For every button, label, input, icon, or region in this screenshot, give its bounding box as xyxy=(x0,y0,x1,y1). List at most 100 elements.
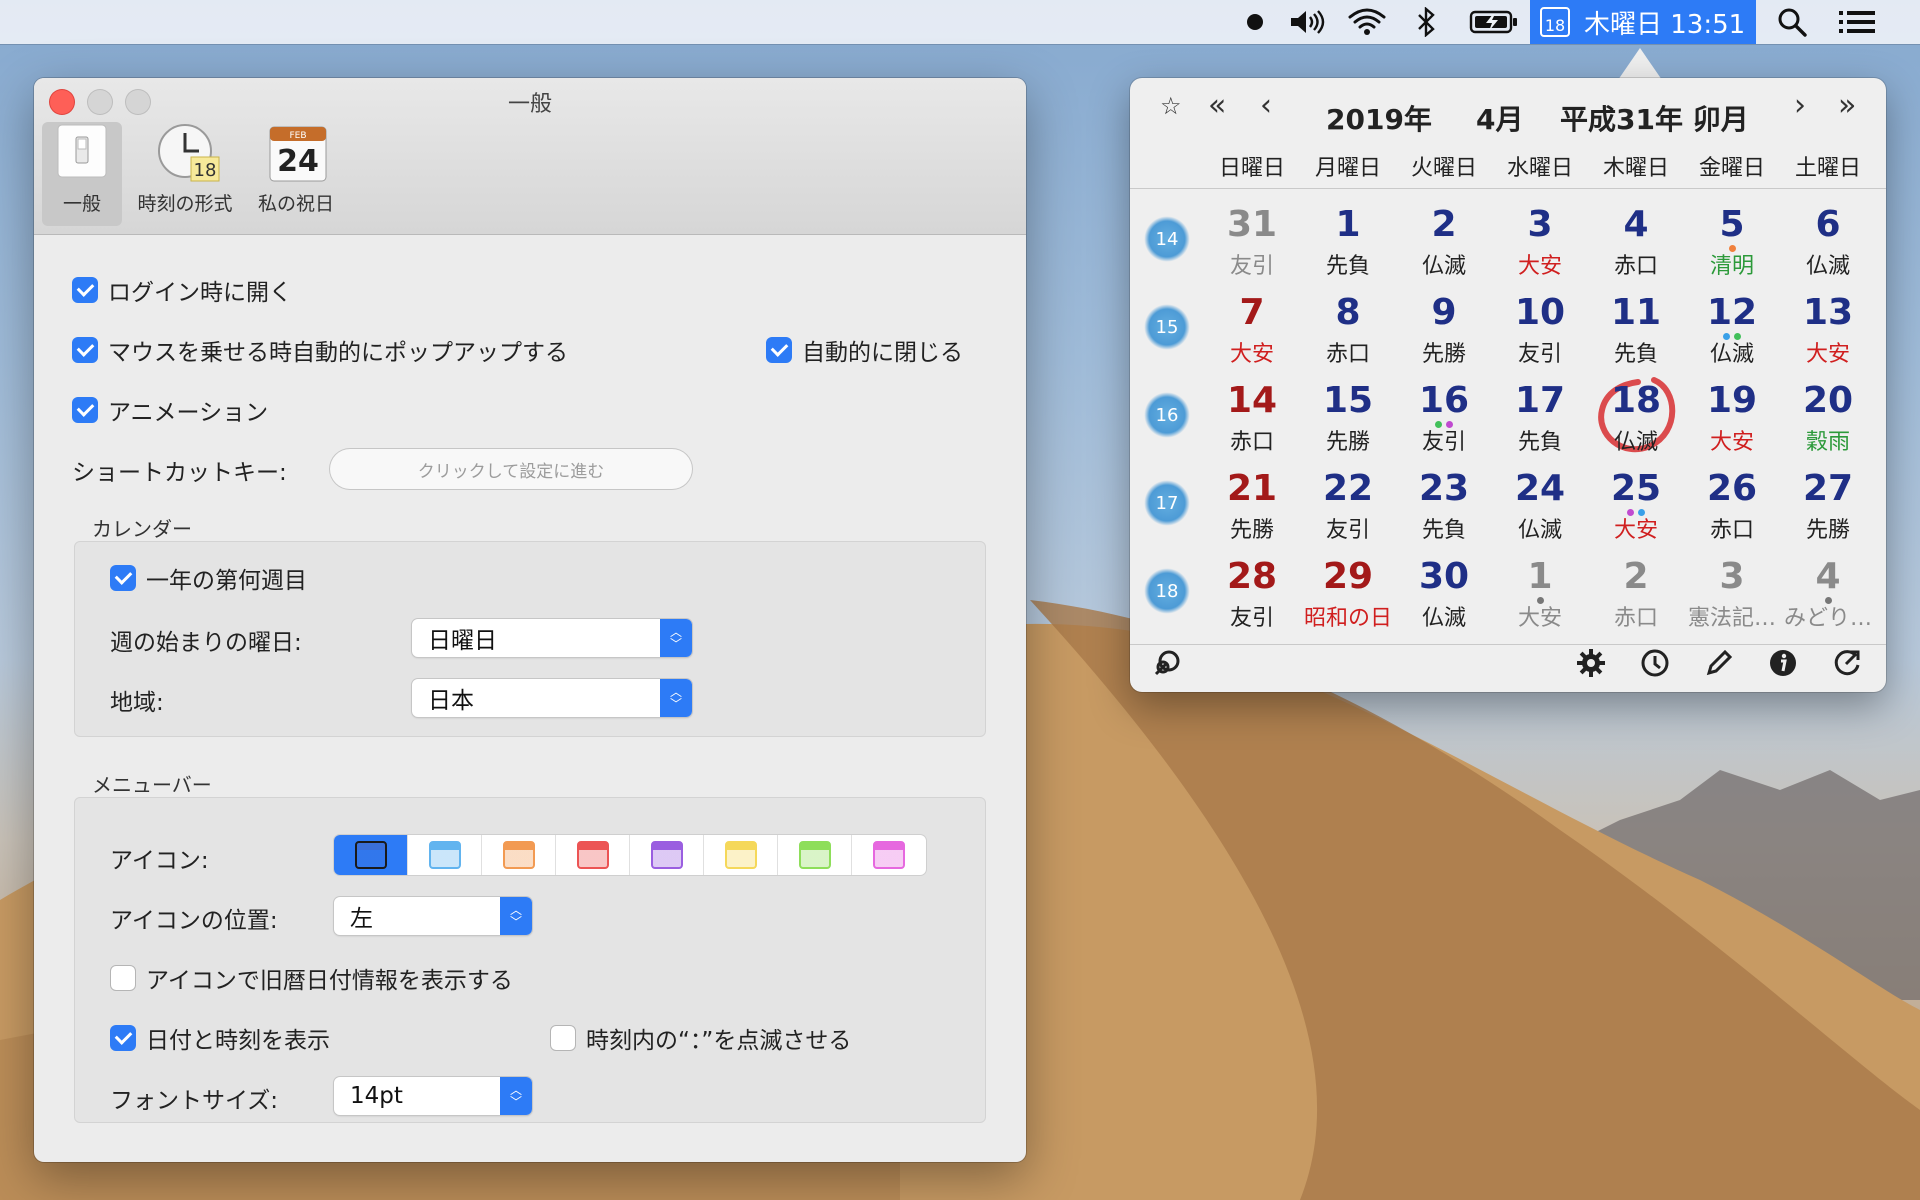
link-icon[interactable] xyxy=(1152,648,1182,685)
next-year-button[interactable]: » xyxy=(1838,88,1856,123)
calendar-day[interactable]: 29 xyxy=(1300,556,1396,597)
icon-color-option[interactable] xyxy=(556,835,630,875)
pencil-icon[interactable] xyxy=(1704,648,1734,685)
icon-position-select[interactable]: 左 ︿ ﹀ xyxy=(334,897,532,935)
checkbox-box[interactable] xyxy=(766,337,792,363)
wifi-icon[interactable] xyxy=(1344,0,1390,44)
icon-color-option[interactable] xyxy=(482,835,556,875)
calendar-day[interactable]: 26 xyxy=(1684,468,1780,509)
next-month-button[interactable]: › xyxy=(1794,88,1806,123)
popover-arrow xyxy=(1618,48,1662,80)
calendar-day[interactable]: 19 xyxy=(1684,380,1780,421)
calendar-page-icon: FEB 24 xyxy=(268,123,327,182)
checkbox-box[interactable] xyxy=(110,565,136,591)
calendar-day[interactable]: 15 xyxy=(1300,380,1396,421)
event-dot xyxy=(1435,421,1442,428)
week-start-select[interactable]: 日曜日 ︿ ﹀ xyxy=(412,619,692,657)
calendar-day[interactable]: 18 xyxy=(1588,380,1684,421)
calendar-day[interactable]: 10 xyxy=(1492,292,1588,333)
open-at-login-checkbox[interactable]: ログイン時に開く xyxy=(72,273,292,307)
checkbox-box[interactable] xyxy=(72,397,98,423)
icon-color-option[interactable] xyxy=(852,835,926,875)
tab-label: 一般 xyxy=(62,193,101,215)
calendar-day[interactable]: 5 xyxy=(1684,204,1780,245)
tab-time-format[interactable]: 18 時刻の形式 xyxy=(130,122,240,226)
calendar-day[interactable]: 4 xyxy=(1588,204,1684,245)
region-select[interactable]: 日本 ︿ ﹀ xyxy=(412,679,692,717)
checkbox-box[interactable] xyxy=(110,1025,136,1051)
rokuyo-label: 友引 xyxy=(1229,254,1274,279)
calendar-day[interactable]: 14 xyxy=(1204,380,1300,421)
volume-icon[interactable] xyxy=(1284,0,1330,44)
checkbox-box[interactable] xyxy=(72,337,98,363)
blink-colon-checkbox[interactable]: 時刻内の“：”を点滅させる xyxy=(550,1021,851,1055)
calendar-era: 平成31年 卯月 xyxy=(1560,103,1749,136)
calendar-day[interactable]: 11 xyxy=(1588,292,1684,333)
icon-color-picker[interactable] xyxy=(334,835,926,875)
battery-icon[interactable] xyxy=(1466,0,1522,44)
calendar-day[interactable]: 30 xyxy=(1396,556,1492,597)
icon-color-option[interactable] xyxy=(630,835,704,875)
calendar-day[interactable]: 1 xyxy=(1492,556,1588,597)
animation-checkbox[interactable]: アニメーション xyxy=(72,393,268,427)
rokuyo-label: 赤口 xyxy=(1325,342,1370,367)
icon-color-option[interactable] xyxy=(408,835,482,875)
record-dot-icon[interactable] xyxy=(1240,0,1270,44)
calendar-day[interactable]: 3 xyxy=(1684,556,1780,597)
auto-close-checkbox[interactable]: 自動的に閉じる xyxy=(766,333,963,367)
icon-color-option[interactable] xyxy=(334,835,408,875)
calendar-day[interactable]: 1 xyxy=(1300,204,1396,245)
calendar-day[interactable]: 8 xyxy=(1300,292,1396,333)
tab-my-holidays[interactable]: FEB 24 私の祝日 xyxy=(246,122,346,226)
checkbox-label: アイコンで旧暦日付情報を表示する xyxy=(146,968,513,994)
calendar-day[interactable]: 16 xyxy=(1396,380,1492,421)
calendar-day[interactable]: 23 xyxy=(1396,468,1492,509)
tab-general[interactable]: 一般 xyxy=(42,122,122,226)
calendar-day[interactable]: 17 xyxy=(1492,380,1588,421)
calendar-day[interactable]: 28 xyxy=(1204,556,1300,597)
calendar-day[interactable]: 6 xyxy=(1780,204,1876,245)
checkbox-box[interactable] xyxy=(550,1025,576,1051)
calendar-day[interactable]: 21 xyxy=(1204,468,1300,509)
calendar-day[interactable]: 22 xyxy=(1300,468,1396,509)
calendar-day[interactable]: 9 xyxy=(1396,292,1492,333)
info-icon[interactable] xyxy=(1768,648,1798,685)
bluetooth-icon[interactable] xyxy=(1408,0,1444,44)
clock-icon[interactable] xyxy=(1640,648,1670,685)
calendar-day[interactable]: 2 xyxy=(1588,556,1684,597)
checkbox-box[interactable] xyxy=(110,965,136,991)
rokuyo-label: 仏滅 xyxy=(1517,518,1562,543)
search-icon[interactable] xyxy=(1772,0,1812,44)
list-icon[interactable] xyxy=(1836,0,1878,44)
rokuyo-label: 先負 xyxy=(1325,254,1370,279)
calendar-day[interactable]: 3 xyxy=(1492,204,1588,245)
show-datetime-checkbox[interactable]: 日付と時刻を表示 xyxy=(110,1021,330,1055)
calendar-day[interactable]: 12 xyxy=(1684,292,1780,333)
calendar-day[interactable]: 2 xyxy=(1396,204,1492,245)
icon-color-option[interactable] xyxy=(778,835,852,875)
gear-icon[interactable] xyxy=(1576,648,1606,685)
calendar-day[interactable]: 31 xyxy=(1204,204,1300,245)
prev-year-button[interactable]: « xyxy=(1208,88,1226,123)
star-icon[interactable]: ☆ xyxy=(1160,92,1182,120)
font-size-select[interactable]: 14pt ︿ ﹀ xyxy=(334,1077,532,1115)
checkbox-box[interactable] xyxy=(72,277,98,303)
calendar-day[interactable]: 24 xyxy=(1492,468,1588,509)
calendar-day[interactable]: 20 xyxy=(1780,380,1876,421)
icon-color-option[interactable] xyxy=(704,835,778,875)
rokuyo-label: 仏滅 xyxy=(1613,430,1658,455)
popup-on-hover-checkbox[interactable]: マウスを乗せる時自動的にポップアップする xyxy=(72,333,568,367)
refresh-icon[interactable] xyxy=(1832,648,1862,685)
menubar-calendar-clock[interactable]: 18 木曜日 13:51 xyxy=(1530,0,1756,44)
calendar-day[interactable]: 4 xyxy=(1780,556,1876,597)
calendar-day[interactable]: 7 xyxy=(1204,292,1300,333)
week-number-checkbox[interactable]: 一年の第何週目 xyxy=(110,561,307,595)
show-lunar-checkbox[interactable]: アイコンで旧暦日付情報を表示する xyxy=(110,961,513,995)
calendar-day[interactable]: 27 xyxy=(1780,468,1876,509)
calendar-day[interactable]: 25 xyxy=(1588,468,1684,509)
shortcut-recorder[interactable]: クリックして設定に進む xyxy=(330,449,692,489)
prev-month-button[interactable]: ‹ xyxy=(1260,88,1272,123)
calendar-icon xyxy=(873,841,905,869)
calendar-group-title: カレンダー xyxy=(92,517,192,541)
calendar-day[interactable]: 13 xyxy=(1780,292,1876,333)
